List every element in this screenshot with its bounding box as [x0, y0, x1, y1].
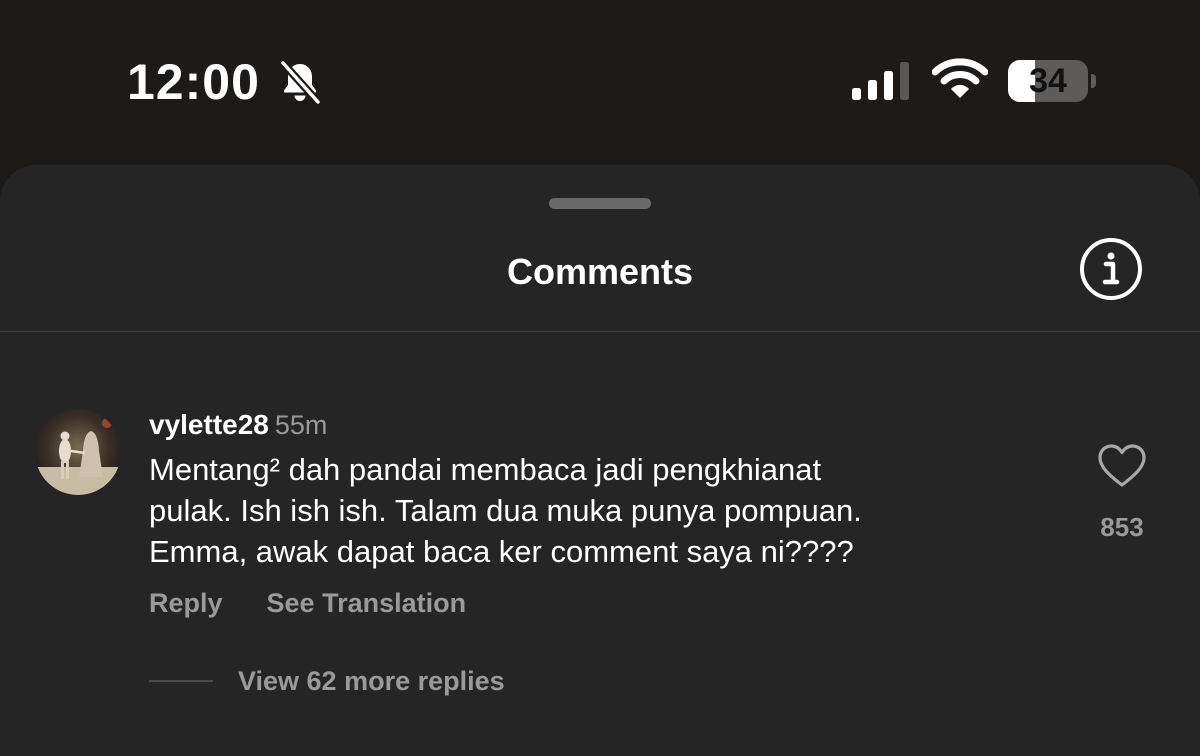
battery-level: 34 [1029, 62, 1067, 100]
comment-text: Mentang² dah pandai membaca jadi pengkhi… [149, 452, 862, 569]
status-time: 12:00 [127, 54, 260, 110]
avatar-image [35, 409, 121, 495]
screen: 12:00 34 Comments vylette28 55m Mentang²… [0, 0, 1200, 756]
battery-body: 34 [1008, 60, 1088, 102]
header-divider [0, 331, 1200, 332]
heart-icon[interactable] [1097, 443, 1147, 489]
sheet-title: Comments [506, 251, 694, 292]
battery-icon: 34 [1008, 60, 1096, 102]
comment-header: vylette28 55m [149, 405, 327, 445]
comment-actions: Reply See Translation [149, 585, 466, 621]
wifi-icon [932, 58, 988, 98]
comment-username[interactable]: vylette28 [149, 409, 269, 440]
comments-sheet: Comments vylette28 55m Mentang² dah pand… [0, 165, 1200, 756]
bell-slash-icon [279, 59, 322, 106]
sheet-grabber[interactable] [549, 198, 651, 209]
info-icon[interactable] [1079, 237, 1143, 301]
reply-button[interactable]: Reply [149, 585, 223, 621]
cellular-signal-icon [852, 62, 909, 100]
comment-timestamp: 55m [274, 410, 328, 440]
like-count: 853 [1100, 512, 1144, 542]
replies-line [149, 680, 213, 682]
battery-nub [1091, 74, 1096, 88]
avatar[interactable] [35, 409, 121, 495]
status-bar: 12:00 34 [0, 0, 1200, 160]
view-replies-button[interactable]: View 62 more replies [238, 663, 505, 699]
see-translation-button[interactable]: See Translation [267, 585, 467, 621]
